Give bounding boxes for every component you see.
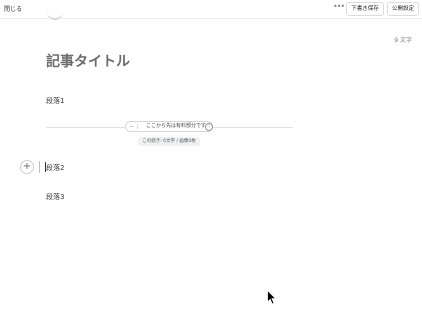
minus-icon[interactable]: − xyxy=(129,122,134,131)
mouse-cursor-icon xyxy=(267,290,277,305)
save-draft-button[interactable]: 下書き保存 xyxy=(346,2,384,16)
paid-content-info: この続き: 6文字 / 画像0枚 xyxy=(138,137,200,146)
paywall-label: ここから先は有料部分です xyxy=(146,123,207,129)
paragraph-3[interactable]: 段落3 xyxy=(46,192,64,202)
article-title[interactable]: 記事タイトル xyxy=(46,51,130,71)
publish-settings-button[interactable]: 公開設定 xyxy=(387,2,419,16)
paywall-line-control[interactable]: − ここから先は有料部分です ? xyxy=(125,121,213,132)
help-icon[interactable]: ? xyxy=(205,123,213,131)
add-block-button[interactable]: + xyxy=(20,160,34,174)
character-count: 9 文字 xyxy=(394,37,412,44)
top-bar: 閉じる ••• 下書き保存 公開設定 xyxy=(0,0,422,19)
paragraph-1[interactable]: 段落1 xyxy=(46,96,64,106)
paragraph-2[interactable]: 段落2 xyxy=(46,163,64,173)
close-button[interactable]: 閉じる xyxy=(4,4,22,13)
pill-separator xyxy=(137,124,138,129)
more-options-icon[interactable]: ••• xyxy=(333,2,345,11)
block-indicator xyxy=(39,161,40,173)
